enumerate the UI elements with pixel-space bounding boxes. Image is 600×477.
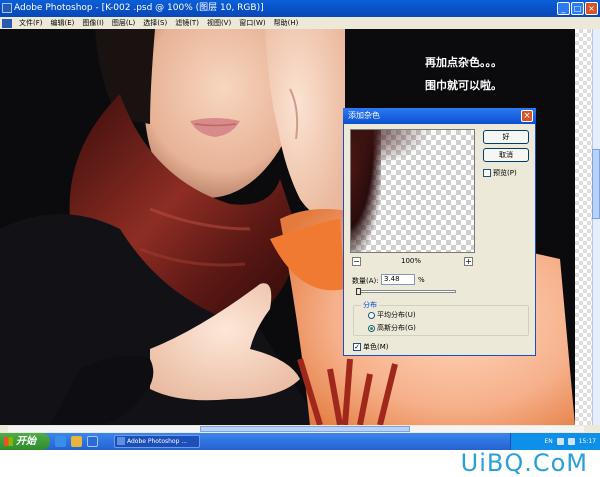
gaussian-label: 高斯分布(G) (377, 324, 416, 332)
gaussian-radio[interactable] (368, 324, 375, 332)
horizontal-scrollbar[interactable] (0, 425, 600, 433)
maximize-button[interactable]: □ (571, 2, 584, 15)
uniform-radio[interactable] (368, 311, 375, 319)
menu-file[interactable]: 文件(F) (15, 17, 47, 29)
amount-label: 数量(A): (352, 277, 379, 285)
amount-slider-track[interactable] (356, 290, 456, 293)
scroll-thumb-horizontal[interactable] (200, 426, 410, 432)
menu-filter[interactable]: 滤镜(T) (171, 17, 203, 29)
distribution-group: 平均分布(U) 高斯分布(G) (353, 305, 529, 336)
preview-label: 预览(P) (493, 169, 517, 177)
windows-logo-icon (4, 437, 13, 446)
photoshop-icon (2, 3, 12, 13)
watermark-logo: UiBQ.CoM (460, 449, 588, 477)
amount-input[interactable]: 3.48 (381, 274, 415, 285)
system-tray: EN 15:17 (510, 433, 600, 450)
menu-window[interactable]: 窗口(W) (235, 17, 269, 29)
photoshop-task-icon (117, 437, 125, 445)
photoshop-window: Adobe Photoshop - [K-002 .psd @ 100% (图层… (0, 0, 600, 450)
show-desktop-icon[interactable] (87, 436, 98, 447)
filter-preview[interactable] (350, 129, 475, 253)
uniform-label: 平均分布(U) (377, 311, 416, 319)
volume-icon[interactable] (567, 438, 575, 445)
menu-layer[interactable]: 图层(L) (108, 17, 139, 29)
cancel-button[interactable]: 取消 (483, 148, 529, 162)
network-icon[interactable] (556, 438, 564, 445)
minimize-button[interactable]: _ (557, 2, 570, 15)
taskbar-photoshop-label: Adobe Photoshop ... (127, 438, 188, 445)
vertical-scrollbar[interactable] (575, 29, 600, 425)
media-player-icon[interactable] (71, 436, 82, 447)
title-bar: Adobe Photoshop - [K-002 .psd @ 100% (图层… (0, 0, 600, 17)
menu-view[interactable]: 视图(V) (203, 17, 235, 29)
clock: 15:17 (578, 438, 596, 445)
menu-bar: 文件(F) 编辑(E) 图像(I) 图层(L) 选择(S) 滤镜(T) 视图(V… (0, 17, 600, 29)
preview-image-corner (351, 130, 474, 190)
window-title: Adobe Photoshop - [K-002 .psd @ 100% (图层… (14, 3, 264, 13)
annotation-line-2: 围巾就可以啦。 (425, 79, 502, 92)
menu-help[interactable]: 帮助(H) (270, 17, 303, 29)
zoom-in-button[interactable]: + (464, 257, 473, 266)
window-controls: _ □ × (557, 2, 598, 15)
taskbar-photoshop-item[interactable]: Adobe Photoshop ... (114, 435, 200, 448)
menu-image[interactable]: 图像(I) (78, 17, 108, 29)
close-button[interactable]: × (585, 2, 598, 15)
preview-checkbox[interactable] (483, 169, 491, 177)
taskbar: 开始 Adobe Photoshop ... EN 15:17 (0, 433, 600, 450)
menu-edit[interactable]: 编辑(E) (47, 17, 79, 29)
monochromatic-label: 单色(M) (363, 343, 389, 351)
monochromatic-row[interactable]: ✓ 单色(M) (353, 342, 389, 352)
ie-icon[interactable] (55, 436, 66, 447)
start-button[interactable]: 开始 (0, 433, 50, 450)
distribution-label: 分布 (361, 300, 379, 310)
dialog-title: 添加杂色 (343, 108, 536, 124)
dialog-close-button[interactable]: × (521, 110, 533, 122)
language-indicator[interactable]: EN (544, 438, 552, 445)
zoom-out-button[interactable]: − (352, 257, 361, 266)
preview-checkbox-row[interactable]: 预览(P) (483, 168, 517, 178)
transparency-area (575, 29, 593, 425)
menu-select[interactable]: 选择(S) (139, 17, 171, 29)
uniform-option[interactable]: 平均分布(U) (368, 310, 416, 320)
annotation-line-1: 再加点杂色。。。 (425, 56, 502, 69)
add-noise-dialog: 添加杂色 × − 100% + 好 取消 预览(P) 数量(A): 3.48 %… (343, 108, 536, 356)
watermark-strip: UiBQ.CoM (0, 450, 600, 477)
amount-slider-thumb[interactable] (356, 288, 361, 295)
document-icon[interactable] (2, 18, 12, 28)
scroll-thumb[interactable] (592, 149, 600, 219)
monochromatic-checkbox[interactable]: ✓ (353, 343, 361, 351)
scroll-track[interactable] (592, 29, 600, 425)
zoom-level: 100% (401, 257, 422, 265)
gaussian-option[interactable]: 高斯分布(G) (368, 323, 416, 333)
ok-button[interactable]: 好 (483, 130, 529, 144)
start-label: 开始 (16, 436, 36, 447)
amount-unit: % (418, 276, 425, 284)
